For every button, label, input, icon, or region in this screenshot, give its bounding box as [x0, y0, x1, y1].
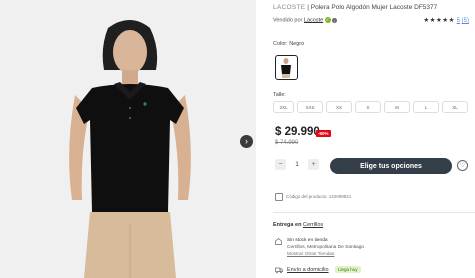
seller-info: Vendido por Lacoste ✓ i [273, 17, 338, 24]
color-label: Color: Negro [273, 41, 305, 47]
delivery-title: Entrega en Cerrillos [273, 222, 323, 228]
increase-quantity-button[interactable]: + [308, 159, 319, 170]
delivery-prefix: Entrega en [273, 222, 302, 228]
rating-value[interactable]: 5 [457, 18, 460, 24]
size-option[interactable]: 2XL [273, 101, 294, 113]
original-price: $ 74.990 [275, 140, 299, 146]
product-code-text: Código del producto: 142099821 [286, 194, 352, 200]
info-icon[interactable]: i [332, 17, 338, 23]
show-other-stores-link[interactable]: Mostrar Otras Tiendas [287, 251, 364, 258]
truck-icon [275, 267, 283, 274]
size-option[interactable]: S [355, 101, 381, 113]
current-price: $ 29.990 [275, 126, 320, 138]
color-swatch-negro[interactable] [275, 55, 298, 80]
product-code: Código del producto: 142099821 [275, 193, 351, 201]
size-label: Talle: [273, 92, 286, 98]
seller-link[interactable]: Lacoste [304, 17, 323, 23]
size-option[interactable]: XS [326, 101, 352, 113]
chevron-right-icon[interactable]: › [240, 135, 253, 148]
choose-options-button[interactable]: Elige tus opciones [330, 158, 452, 174]
product-info-panel: LACOSTE | Polera Polo Algodón Mujer Laco… [273, 0, 475, 278]
size-options: 2XL XXS XS S M L XL [273, 101, 468, 113]
store-availability: Sin stock en tienda Cerrillos, Metropoli… [287, 237, 364, 258]
discount-badge: -60% [316, 130, 331, 137]
divider [273, 212, 475, 213]
store-icon [275, 238, 282, 245]
swatch-thumbnail [281, 58, 291, 78]
heart-icon[interactable]: ♡ [457, 160, 468, 171]
size-option[interactable]: L [413, 101, 439, 113]
product-image-gallery[interactable]: › [0, 0, 256, 278]
rating[interactable]: ★★★★★ 5 (5) [423, 16, 469, 24]
quantity-value[interactable]: 1 [286, 162, 308, 168]
product-title: LACOSTE | Polera Polo Algodón Mujer Laco… [273, 4, 437, 11]
store-location: Cerrillos, Metropolitana De Santiago [287, 245, 365, 250]
product-name: Polera Polo Algodón Mujer Lacoste DF5377 [310, 4, 438, 11]
size-option[interactable]: XL [442, 101, 468, 113]
seller-prefix: Vendido por [273, 17, 303, 24]
size-option[interactable]: M [384, 101, 410, 113]
barcode-icon [275, 193, 283, 201]
review-count[interactable]: (5) [462, 18, 469, 24]
rating-stars: ★★★★★ [423, 17, 455, 24]
quantity-stepper: − 1 + [275, 159, 319, 170]
product-photo [0, 0, 256, 278]
delivery-city-link[interactable]: Cerrillos [303, 222, 323, 228]
store-stock-status: Sin stock en tienda [287, 238, 328, 243]
home-delivery-link[interactable]: Envío a domicilio [287, 267, 329, 273]
size-option[interactable]: XXS [297, 101, 323, 113]
title-separator: | [307, 4, 309, 11]
decrease-quantity-button[interactable]: − [275, 159, 286, 170]
verified-check-icon: ✓ [324, 17, 331, 23]
arrives-today-badge: Llega hoy [335, 266, 361, 273]
brand-name[interactable]: LACOSTE [273, 4, 305, 11]
